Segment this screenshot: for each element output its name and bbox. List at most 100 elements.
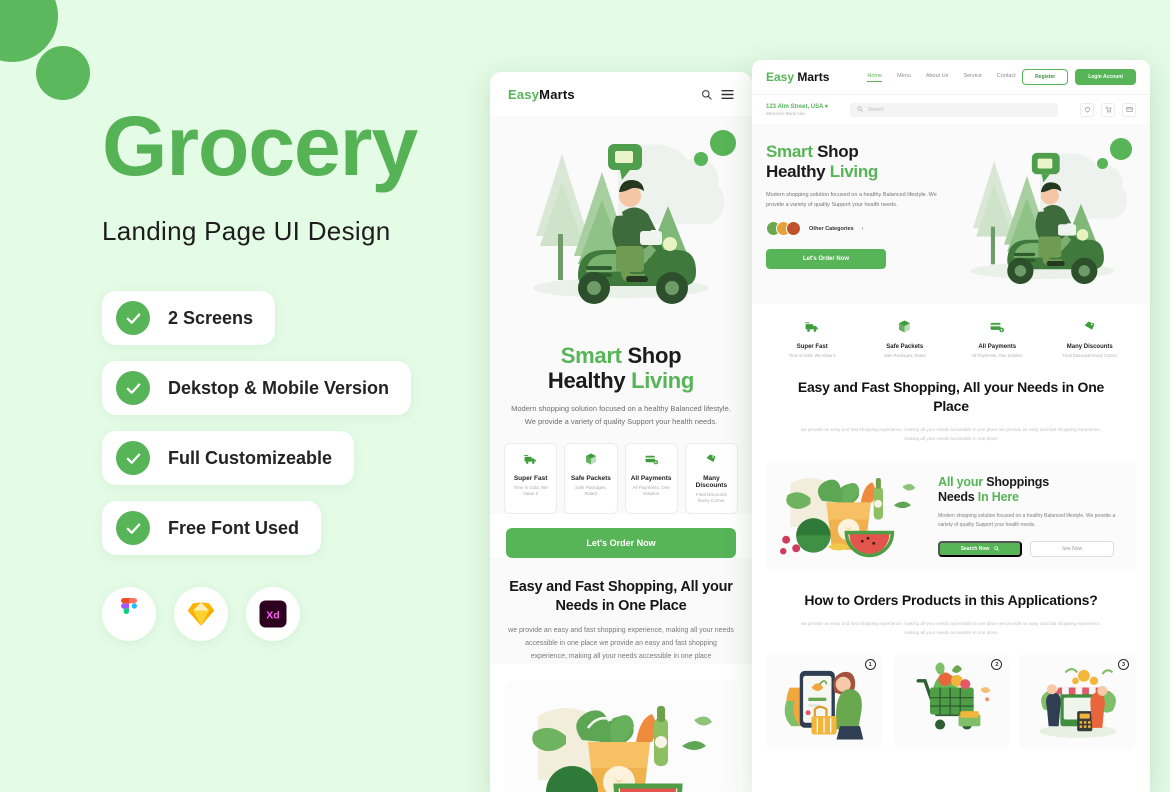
step-card-1[interactable]: 1 [766,653,883,749]
feature-subtitle: Final Discounts Every Corner [1044,353,1137,358]
brand-first-word: Easy [766,70,794,84]
cart-icon[interactable] [1101,103,1115,117]
feature-subtitle: All Payments, One Solution [630,485,673,499]
search-now-button[interactable]: Search Now [938,541,1022,557]
desktop-brand-logo[interactable]: Easy Marts [766,70,829,84]
search-placeholder: Search [868,107,884,113]
hero-description: Modern shopping solution focused on a he… [766,190,941,210]
hero-heading-green-1: Smart [561,343,628,368]
chevron-down-icon[interactable]: ▾ [825,104,828,110]
howto-paragraph: we provide an easy and fast shopping exp… [796,619,1106,637]
other-categories[interactable]: Other Categories › [766,221,941,236]
hero-heading-green-1: Smart [766,142,817,161]
step-card-2[interactable]: 2 [893,653,1010,749]
feature-card-all-payments[interactable]: All Payments All Payments, One Solution [625,443,678,515]
search-now-label: Search Now [961,546,990,552]
feature-subtitle: Final Discounts Every Corner [690,492,733,506]
avatar [786,221,801,236]
decorative-dot-small [1097,158,1108,169]
brand-second-word: Marts [539,87,575,102]
category-avatars [766,221,801,236]
section-paragraph: we provide an easy and fast shopping exp… [508,625,734,664]
feature-title: Safe Packets [859,344,952,350]
mobile-hero-text: Smart Shop Healthy Living Modern shoppin… [490,326,752,429]
safe-box-icon [569,452,612,470]
welcome-text: Welcome Back Alex [766,111,828,116]
order-now-button[interactable]: Let's Order Now [766,249,886,269]
step-number: 1 [865,659,876,670]
discount-tag-icon [1044,320,1137,338]
decorative-dot-small [694,152,708,166]
heart-icon[interactable] [1080,103,1094,117]
desktop-hero-text: Smart Shop Healthy Living Modern shoppin… [766,142,941,269]
mobile-order-button[interactable]: Let's Order Now [506,528,736,558]
mobile-feature-cards: Super Fast Time is Gold, We Value it Saf… [490,429,752,515]
promo-illustration [766,461,934,571]
hamburger-menu-icon[interactable] [721,89,734,100]
store-checkout-illustration [1028,659,1128,743]
feature-title: Super Fast [766,344,859,350]
nav-item-home[interactable]: Home [867,73,882,82]
feature-card-super-fast[interactable]: Super Fast Time is Gold, We Value it [504,443,557,515]
mockup-stage: EasyMarts [0,0,1170,780]
login-account-button[interactable]: Login Account [1075,69,1136,85]
step-card-3[interactable]: 3 [1019,653,1136,749]
mobile-shopping-illustration [778,659,870,743]
desktop-nav-menu: Home Menu About Us Service Contact [867,73,1015,82]
payment-card-icon [951,320,1044,338]
feature-safe-packets[interactable]: Safe Packets Safe Packages, Rated [859,320,952,358]
chevron-right-icon[interactable]: › [862,226,864,232]
payment-card-icon [630,452,673,470]
mobile-mockup: EasyMarts [490,72,752,792]
hero-heading-dark-2: Healthy [548,368,631,393]
see-now-button[interactable]: See Now [1030,541,1114,557]
nav-item-contact[interactable]: Contact [997,73,1016,82]
feature-subtitle: Time is Gold, We Value it [766,353,859,358]
promo-text: All your Shoppings Needs In Here Modern … [934,475,1136,558]
fast-truck-icon [766,320,859,338]
hero-heading-dark-1: Shop [817,142,858,161]
desktop-mockup: Easy Marts Home Menu About Us Service Co… [752,60,1150,792]
feature-subtitle: Safe Packages, Rated [569,485,612,499]
nav-item-about-us[interactable]: About Us [926,73,949,82]
desktop-navbar: Easy Marts Home Menu About Us Service Co… [752,60,1150,94]
address-block[interactable]: 123 Alm Street, USA ▾ Welcome Back Alex [766,103,828,117]
promo-heading-dark-2: Needs [938,490,978,504]
hero-heading-dark-1: Shop [627,343,681,368]
address-text: 123 Alm Street, USA ▾ [766,103,828,110]
feature-many-discounts[interactable]: Many Discounts Final Discounts Every Cor… [1044,320,1137,358]
feature-card-many-discounts[interactable]: Many Discounts Final Discounts Every Cor… [685,443,738,515]
feature-card-safe-packets[interactable]: Safe Packets Safe Packages, Rated [564,443,617,515]
feature-title: Super Fast [509,475,552,482]
search-input[interactable]: Search [850,103,1058,117]
address-value: 123 Alm Street, USA [766,104,823,110]
desktop-section: Easy and Fast Shopping, All your Needs i… [752,358,1150,443]
feature-title: All Payments [630,475,673,482]
feature-subtitle: Safe Packages, Rated [859,353,952,358]
feature-title: All Payments [951,344,1044,350]
feature-super-fast[interactable]: Super Fast Time is Gold, We Value it [766,320,859,358]
mobile-brand-logo[interactable]: EasyMarts [508,87,575,102]
wallet-icon[interactable] [1122,103,1136,117]
register-button[interactable]: Register [1022,69,1068,85]
other-categories-label: Other Categories [809,226,854,232]
promo-heading-green-1: All your [938,475,986,489]
feature-all-payments[interactable]: All Payments All Payments, One Solution [951,320,1044,358]
mobile-product-illustration [504,680,738,792]
fast-truck-icon [509,452,552,470]
shopping-cart-illustration [903,659,999,743]
feature-title: Safe Packets [569,475,612,482]
decorative-dot-large [1110,138,1132,160]
desktop-feature-row: Super Fast Time is Gold, We Value it Saf… [752,304,1150,358]
step-number: 2 [991,659,1002,670]
brand-first-word: Easy [508,87,539,102]
search-icon[interactable] [701,89,712,100]
howto-heading: How to Orders Products in this Applicati… [796,591,1106,610]
mobile-section: Easy and Fast Shopping, All your Needs i… [490,558,752,664]
section-paragraph: we provide an easy and fast shopping exp… [796,425,1106,443]
nav-item-service[interactable]: Service [963,73,981,82]
desktop-subbar: 123 Alm Street, USA ▾ Welcome Back Alex … [752,94,1150,124]
feature-subtitle: Time is Gold, We Value it [509,485,552,499]
section-heading: Easy and Fast Shopping, All your Needs i… [508,578,734,616]
nav-item-menu[interactable]: Menu [897,73,911,82]
